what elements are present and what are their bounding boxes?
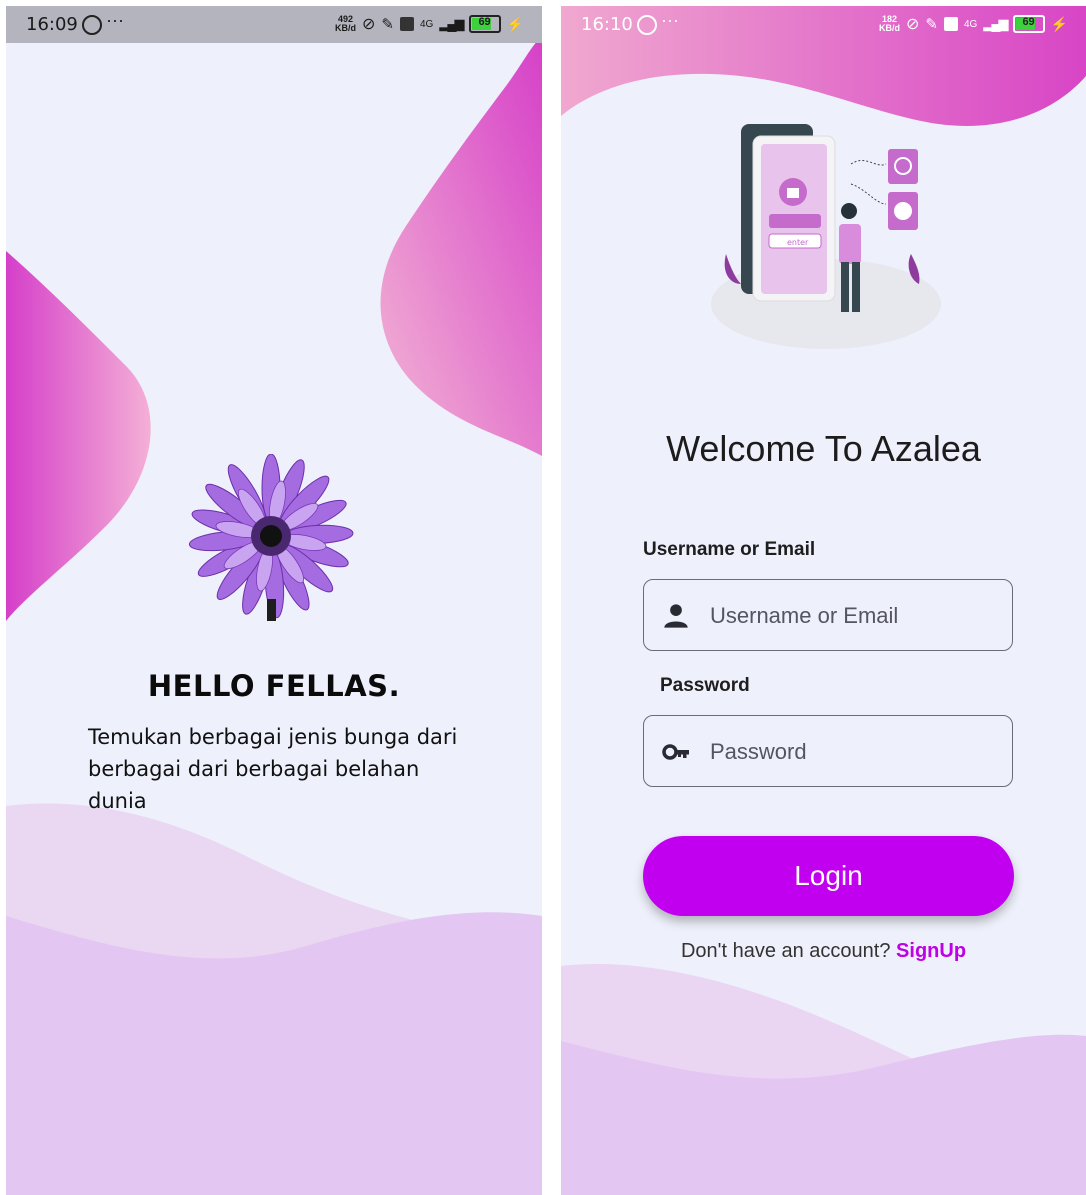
key-icon [662, 744, 689, 760]
battery-icon: 69 [1012, 15, 1045, 33]
username-input[interactable] [708, 580, 1002, 652]
network-speed: 182 KB/d [879, 15, 900, 33]
more-icon: ··· [106, 10, 124, 30]
login-illustration: enter [711, 124, 941, 349]
volte-icon [944, 17, 958, 31]
status-time: 16:09 [26, 14, 78, 35]
network-speed-unit: KB/d [335, 23, 357, 33]
person-icon [664, 604, 688, 628]
signal-icon: ▂▄▆ [983, 16, 1008, 31]
splash-description: Temukan berbagai jenis bunga dari berbag… [88, 725, 458, 813]
more-icon: ··· [661, 10, 679, 30]
flower-image [188, 454, 354, 621]
mute-icon: ✎ [381, 16, 394, 33]
link-icon: ⊘ [362, 16, 376, 33]
network-type: 4G [420, 18, 434, 30]
network-speed: 492 KB/d [335, 15, 356, 33]
signup-link[interactable]: SignUp [896, 940, 966, 962]
whatsapp-icon [637, 15, 657, 35]
status-icons: 182 KB/d ⊘ ✎ 4G ▂▄▆ 69 ⚡ [879, 14, 1068, 34]
no-account-text: Don't have an account? [680, 940, 891, 962]
link-icon: ⊘ [906, 16, 920, 33]
username-field[interactable] [643, 579, 1013, 652]
network-speed-unit: KB/d [879, 23, 901, 33]
signup-row: Don't have an account? SignUp [561, 940, 1086, 963]
illustration-enter-text: enter [787, 238, 809, 247]
charging-icon: ⚡ [506, 15, 524, 32]
whatsapp-icon [82, 15, 102, 35]
volte-icon [400, 17, 414, 31]
splash-screen: 16:09 ··· 492 KB/d ⊘ ✎ 4G ▂▄▆ 69 ⚡ HELLO… [6, 6, 542, 1195]
battery-icon: 69 [468, 15, 501, 33]
password-field[interactable] [643, 715, 1013, 788]
login-button[interactable]: Login [643, 836, 1014, 916]
password-input[interactable] [708, 716, 1002, 788]
login-screen: 16:10 ··· 182KB/d ⊘ ✎ 4G ▂▄▆ 69 ⚡ enter [561, 6, 1086, 1195]
status-bar: 16:10 ··· 182 KB/d ⊘ ✎ 4G ▂▄▆ 69 ⚡ [561, 6, 1086, 43]
status-bar: 16:09 ··· 492 KB/d ⊘ ✎ 4G ▂▄▆ 69 ⚡ [6, 6, 542, 43]
login-title: Welcome To Azalea [666, 428, 981, 469]
battery-level: 69 [478, 16, 491, 28]
password-label: Password [660, 675, 750, 696]
charging-icon: ⚡ [1050, 15, 1068, 32]
status-time: 16:10 [581, 14, 633, 35]
network-type: 4G [964, 18, 978, 30]
username-label: Username or Email [643, 539, 816, 560]
battery-level: 69 [1022, 16, 1035, 28]
mute-icon: ✎ [925, 16, 938, 33]
status-icons: 492 KB/d ⊘ ✎ 4G ▂▄▆ 69 ⚡ [335, 14, 524, 34]
splash-title: HELLO FELLAS. [147, 669, 401, 703]
signal-icon: ▂▄▆ [439, 16, 464, 31]
